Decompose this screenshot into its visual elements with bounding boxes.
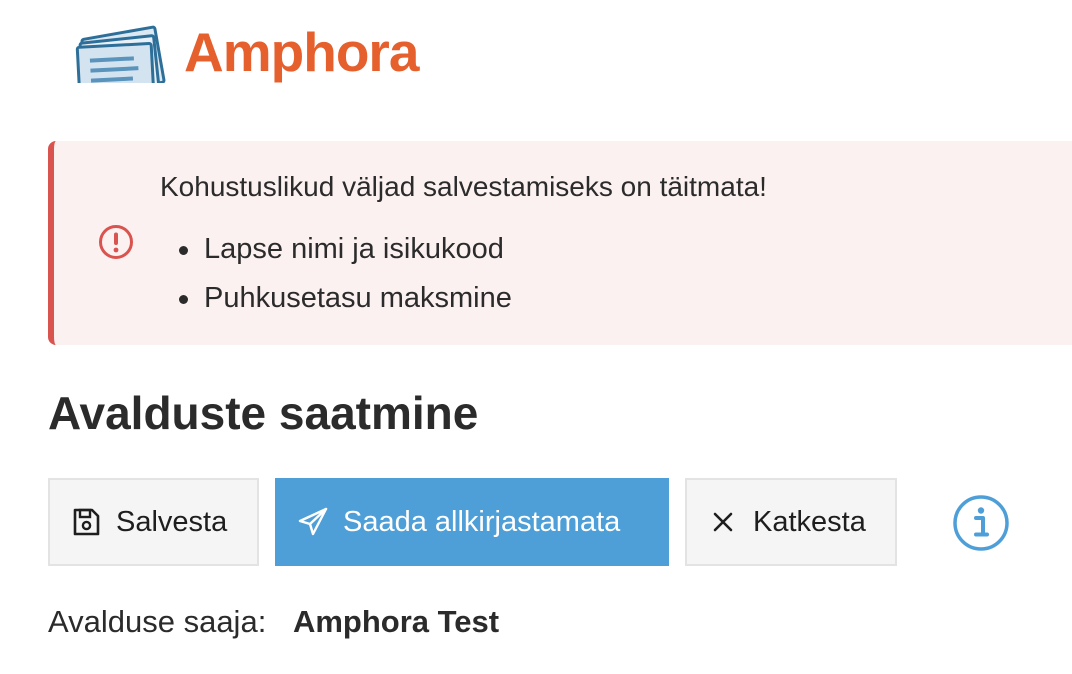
save-button-label: Salvesta: [116, 505, 228, 538]
send-unsigned-button-label: Saada allkirjastamata: [343, 505, 621, 538]
save-button[interactable]: Salvesta: [48, 478, 259, 566]
page-title: Avalduste saatmine: [48, 387, 479, 439]
cancel-button[interactable]: Katkesta: [685, 478, 897, 566]
stacked-documents-icon: [74, 21, 172, 83]
info-button[interactable]: [952, 494, 1010, 552]
send-unsigned-button[interactable]: Saada allkirjastamata: [275, 478, 669, 566]
alert-list-item: Lapse nimi ja isikukood: [160, 225, 512, 274]
recipient-label: Avalduse saaja:: [48, 604, 267, 639]
brand-logo[interactable]: Amphora: [74, 20, 419, 83]
close-icon: [707, 506, 739, 538]
validation-alert: Kohustuslikud väljad salvestamiseks on t…: [48, 141, 1072, 345]
recipient-value: Amphora Test: [292, 604, 500, 639]
info-circle-icon: [952, 495, 1010, 556]
alert-list-item: Puhkusetasu maksmine: [160, 274, 512, 323]
alert-title: Kohustuslikud väljad salvestamiseks on t…: [160, 171, 767, 202]
paper-plane-icon: [297, 506, 329, 538]
cancel-button-label: Katkesta: [753, 505, 866, 538]
page: Amphora Kohustuslikud väljad salvestamis…: [0, 0, 1072, 674]
recipient-row: Avalduse saaja: Amphora Test: [48, 604, 499, 640]
exclamation-circle-icon: [97, 223, 135, 261]
floppy-disk-icon: [70, 506, 102, 538]
alert-list: Lapse nimi ja isikukood Puhkusetasu maks…: [160, 225, 512, 323]
brand-name: Amphora: [184, 20, 419, 83]
